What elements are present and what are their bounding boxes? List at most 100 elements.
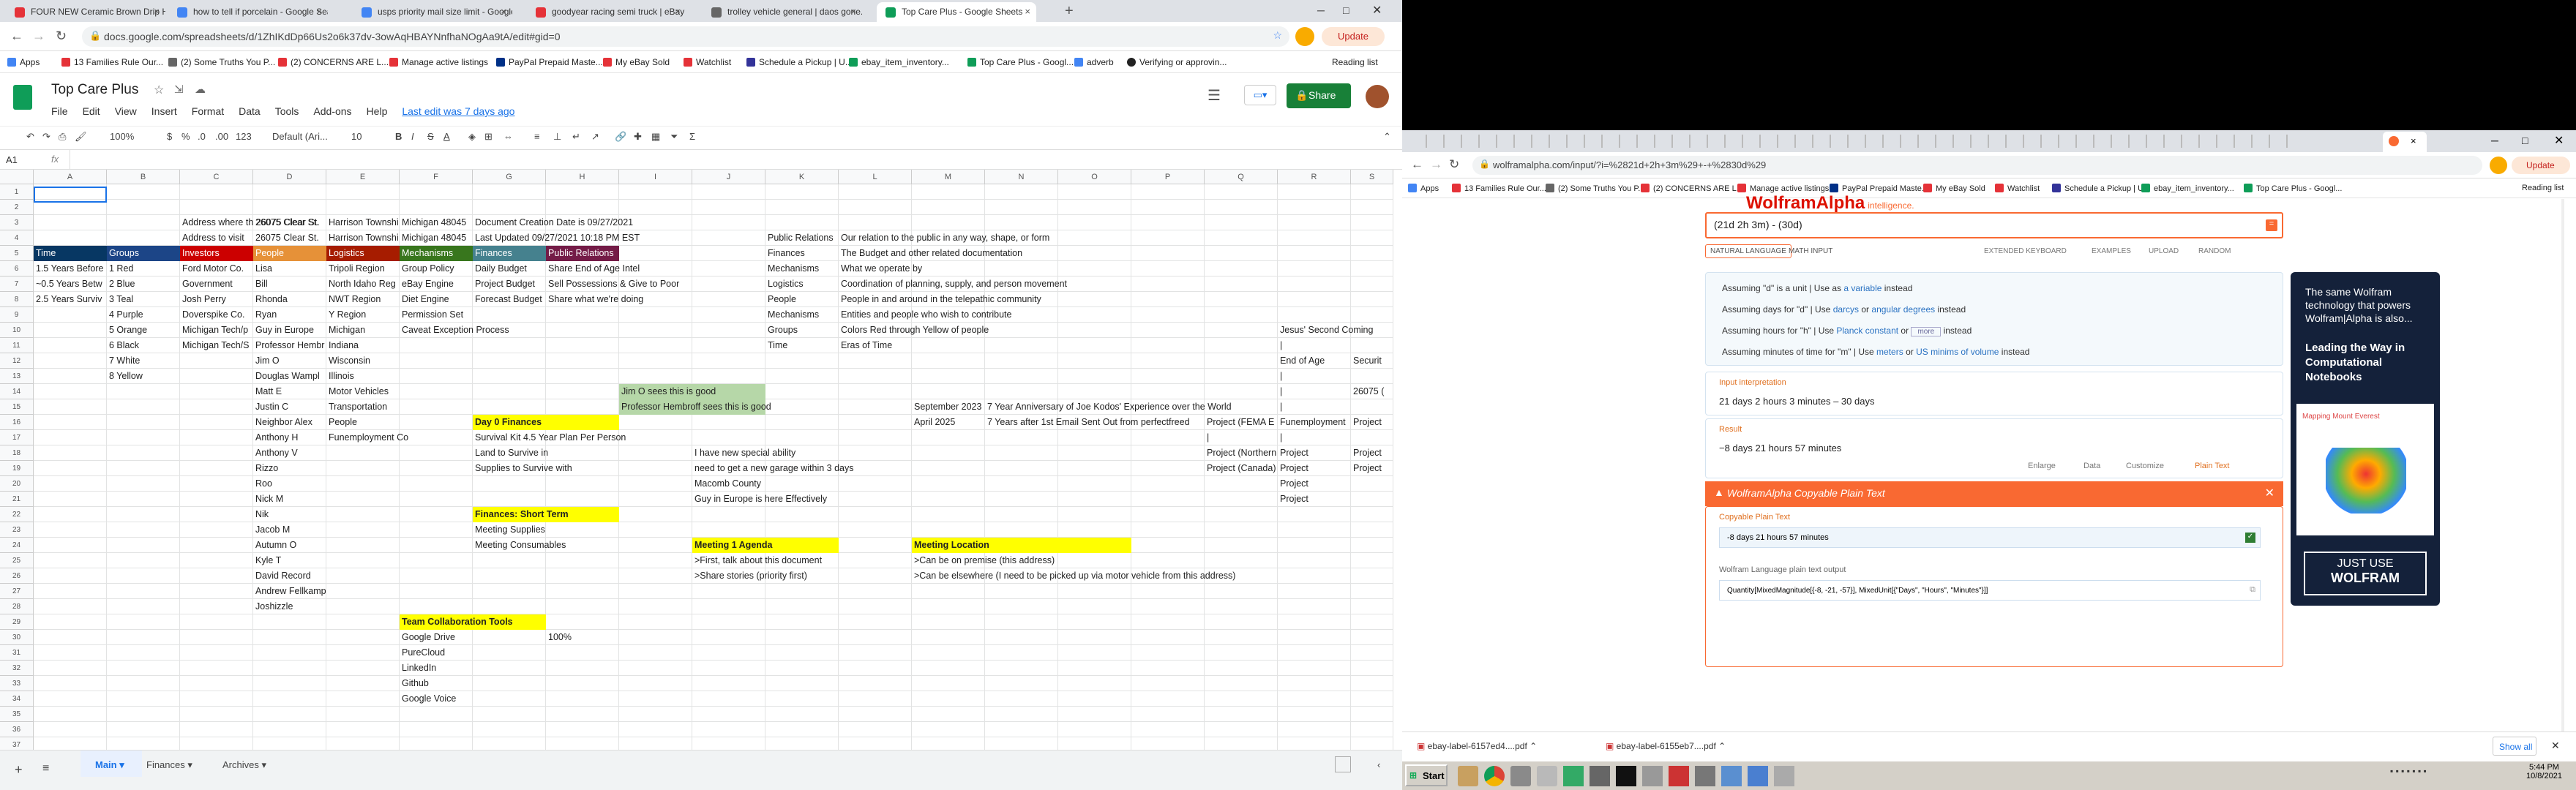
grid-cell[interactable] bbox=[692, 276, 765, 292]
side-panel-toggle-icon[interactable]: ‹ bbox=[1377, 759, 1380, 770]
grid-cell[interactable] bbox=[180, 184, 253, 200]
grid-cell[interactable] bbox=[985, 614, 1058, 630]
grid-cell[interactable] bbox=[1058, 630, 1131, 645]
assumption-link[interactable]: US minims of volume bbox=[1916, 347, 1999, 357]
ad-cta-button[interactable]: JUST USE WOLFRAM bbox=[2304, 552, 2427, 595]
grid-cell[interactable] bbox=[839, 399, 912, 415]
grid-cell[interactable] bbox=[1205, 676, 1278, 691]
grid-cell[interactable] bbox=[1278, 230, 1351, 246]
cell-r17[interactable]: | bbox=[1278, 430, 1282, 445]
grid-cell[interactable] bbox=[1058, 584, 1131, 599]
grid-cell[interactable] bbox=[180, 461, 253, 476]
grid-cell[interactable] bbox=[1278, 399, 1351, 415]
window-minimize-icon[interactable]: ─ bbox=[1317, 4, 1325, 16]
grid-cell[interactable] bbox=[1131, 323, 1205, 338]
column-header[interactable]: L bbox=[839, 170, 912, 184]
bookmark[interactable]: (2) Some Truths You P... bbox=[1546, 184, 1644, 193]
grid-cell[interactable] bbox=[473, 492, 546, 507]
row-header[interactable]: 16 bbox=[0, 415, 34, 430]
avatar[interactable] bbox=[2490, 157, 2507, 174]
grid-cell[interactable] bbox=[1131, 461, 1205, 476]
grid-cell[interactable] bbox=[1205, 614, 1278, 630]
cell-h30[interactable]: 100% bbox=[546, 630, 572, 645]
cell-f8[interactable]: Diet Engine bbox=[400, 292, 449, 307]
grid-cell[interactable] bbox=[839, 568, 912, 584]
grid-cell[interactable] bbox=[1131, 353, 1205, 369]
grid-cell[interactable] bbox=[765, 353, 839, 369]
checkmark-icon[interactable]: ✓ bbox=[2245, 533, 2255, 543]
cell-r14[interactable]: | bbox=[1278, 384, 1282, 399]
grid-cell[interactable] bbox=[1278, 553, 1351, 568]
grid-cell[interactable] bbox=[180, 661, 253, 676]
grid-cell[interactable] bbox=[619, 246, 692, 261]
wolfram-language-field[interactable]: Quantity[MixedMagnitude[{-8, -21, -57}],… bbox=[1719, 580, 2261, 601]
upload-button[interactable]: UPLOAD bbox=[2149, 247, 2179, 255]
browser-tab[interactable]: usps priority mail size limit - Google .… bbox=[353, 2, 512, 22]
grid-cell[interactable] bbox=[1131, 707, 1205, 722]
grid-cell[interactable] bbox=[546, 338, 619, 353]
grid-cell[interactable] bbox=[912, 691, 985, 707]
grid-cell[interactable] bbox=[1131, 492, 1205, 507]
column-header[interactable]: H bbox=[546, 170, 619, 184]
grid-cell[interactable] bbox=[619, 492, 692, 507]
cell-d16[interactable]: Neighbor Alex bbox=[253, 415, 312, 430]
grid-cell[interactable] bbox=[1131, 246, 1205, 261]
grid-cell[interactable] bbox=[34, 538, 107, 553]
cell-g7[interactable]: Project Budget bbox=[473, 276, 535, 292]
pinned-tabs-row[interactable] bbox=[1409, 135, 2288, 148]
grid-cell[interactable] bbox=[619, 476, 692, 492]
add-sheet-icon[interactable]: + bbox=[15, 762, 23, 778]
grid-cell[interactable] bbox=[1351, 307, 1393, 323]
grid-cell[interactable] bbox=[546, 568, 619, 584]
grid-cell[interactable] bbox=[34, 230, 107, 246]
grid-cell[interactable] bbox=[912, 353, 985, 369]
grid-cell[interactable] bbox=[985, 384, 1058, 399]
grid-cell[interactable] bbox=[326, 200, 400, 215]
grid-cell[interactable] bbox=[253, 614, 326, 630]
assumption-link[interactable]: darcys bbox=[1833, 304, 1859, 315]
column-header[interactable]: J bbox=[692, 170, 765, 184]
grid-cell[interactable] bbox=[839, 200, 912, 215]
grid-cell[interactable] bbox=[619, 599, 692, 614]
grid-cell[interactable] bbox=[1351, 614, 1393, 630]
grid-cell[interactable] bbox=[34, 492, 107, 507]
grid-cell[interactable] bbox=[765, 399, 839, 415]
formula-input[interactable] bbox=[70, 150, 1394, 169]
cell-r11[interactable]: | bbox=[1278, 338, 1282, 353]
cell-e5[interactable]: Logistics bbox=[326, 246, 400, 261]
cell-e13[interactable]: Illinois bbox=[326, 369, 354, 384]
close-tab-icon[interactable]: × bbox=[1025, 6, 1030, 17]
grid-cell[interactable] bbox=[839, 661, 912, 676]
cell-d15[interactable]: Justin C bbox=[253, 399, 288, 415]
grid-cell[interactable] bbox=[1351, 430, 1393, 445]
grid-cell[interactable] bbox=[253, 200, 326, 215]
grid-cell[interactable] bbox=[326, 522, 400, 538]
bookmark-apps[interactable]: Apps bbox=[7, 57, 40, 67]
grid-cell[interactable] bbox=[1351, 661, 1393, 676]
grid-cell[interactable] bbox=[107, 691, 180, 707]
grid-cell[interactable] bbox=[546, 307, 619, 323]
grid-cell[interactable] bbox=[839, 538, 912, 553]
grid-cell[interactable] bbox=[1351, 722, 1393, 737]
grid-cell[interactable] bbox=[1278, 722, 1351, 737]
grid-cell[interactable] bbox=[1351, 338, 1393, 353]
grid-cell[interactable] bbox=[1131, 384, 1205, 399]
grid-cell[interactable] bbox=[107, 461, 180, 476]
cell-j24[interactable]: Meeting 1 Agenda bbox=[692, 538, 839, 553]
grid-cell[interactable] bbox=[400, 507, 473, 522]
grid-cell[interactable] bbox=[180, 584, 253, 599]
grid-cell[interactable] bbox=[765, 476, 839, 492]
cell-m15[interactable]: September 2023 bbox=[912, 399, 981, 415]
decimal-decrease-button[interactable]: .0 bbox=[198, 131, 206, 142]
grid-cell[interactable] bbox=[326, 538, 400, 553]
grid-cell[interactable] bbox=[326, 492, 400, 507]
bookmark-apps[interactable]: Apps bbox=[1408, 184, 1439, 193]
grid-cell[interactable] bbox=[1278, 338, 1351, 353]
grid-cell[interactable] bbox=[180, 430, 253, 445]
grid-cell[interactable] bbox=[400, 553, 473, 568]
cell-d8[interactable]: Rhonda bbox=[253, 292, 288, 307]
row-header[interactable]: 4 bbox=[0, 230, 34, 246]
grid-cell[interactable] bbox=[253, 676, 326, 691]
cell-h5[interactable]: Public Relations bbox=[546, 246, 619, 261]
grid-cell[interactable] bbox=[619, 338, 692, 353]
